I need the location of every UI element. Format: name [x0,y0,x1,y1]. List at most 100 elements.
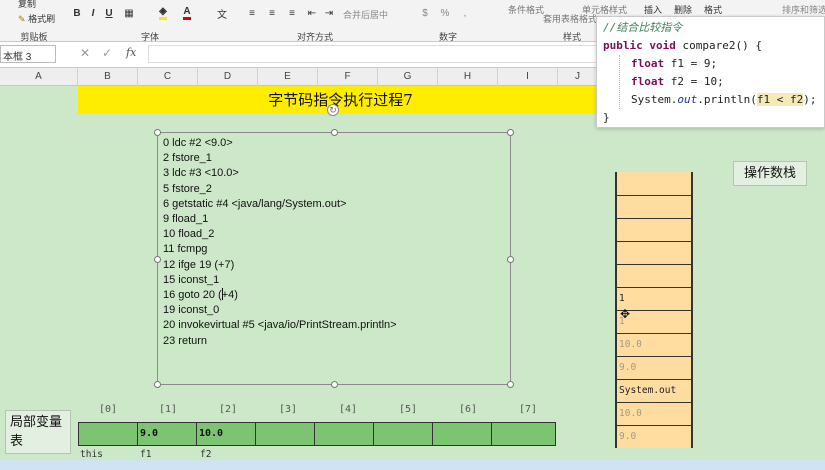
column-header-f[interactable]: F [318,68,378,86]
local-index: [2] [218,404,238,415]
borders-icon[interactable]: ▦ [122,6,136,20]
local-var-name: f2 [200,449,212,460]
bytecode-line: 2 fstore_1 [163,152,212,165]
code-keyword: public void [603,39,676,52]
bytecode-line: 5 fstore_2 [163,182,212,195]
delete-button[interactable]: 删除 [674,3,692,16]
resize-handle-ml[interactable] [154,256,161,263]
code-line-f1: float f1 = 9; [631,55,717,73]
fx-icon[interactable]: fx [126,46,136,59]
column-header-b[interactable]: B [78,68,138,86]
code-text: System. [631,93,678,106]
cancel-icon[interactable]: ✕ [80,46,90,60]
copy-button[interactable]: 复制 [18,0,36,10]
code-closing-brace: } [603,111,610,124]
local-slot [432,422,492,446]
column-header-e[interactable]: E [258,68,318,86]
brush-icon: ✎ [18,14,26,24]
indent-guide [619,55,620,109]
formula-input[interactable] [148,45,598,63]
code-line-println: System.out.println(f1 < f2); [631,91,816,109]
bytecode-line: 10 fload_2 [163,228,215,241]
italic-button[interactable]: I [86,6,100,20]
confirm-icon[interactable]: ✓ [102,46,112,60]
local-index: [6] [458,404,478,415]
column-header-c[interactable]: C [138,68,198,86]
percent-icon[interactable]: % [438,6,452,20]
local-slot [491,422,556,446]
resize-handle-tr[interactable] [507,129,514,136]
merge-center-button[interactable]: 合并后居中 [343,8,388,21]
stack-cell [617,241,691,264]
local-slot [255,422,315,446]
conditional-format-button[interactable]: 条件格式 [508,3,544,16]
column-header-j[interactable]: J [558,68,598,86]
align-center-icon[interactable]: ≡ [265,6,279,20]
stack-cell: 9.0 [617,356,691,379]
name-box[interactable]: 本框 3 [0,45,56,63]
bytecode-line: 3 ldc #3 <10.0> [163,167,239,180]
format-painter-button[interactable]: ✎ 格式刷 [18,12,55,25]
font-color-icon[interactable]: A [180,6,194,20]
underline-button[interactable]: U [102,6,116,20]
rotate-handle-icon[interactable]: ↻ [327,104,339,116]
mouse-pointer-icon: ✥ [620,307,631,321]
comma-icon[interactable]: , [458,6,472,20]
column-header-a[interactable]: A [0,68,78,86]
code-line-f2: float f2 = 10; [631,73,724,91]
sheet-tab-strip [0,460,825,470]
resize-handle-mr[interactable] [507,256,514,263]
local-slot: 9.0 [137,422,197,446]
resize-handle-tl[interactable] [154,129,161,136]
fill-color-icon[interactable]: ◈ [156,6,170,20]
code-keyword: float [631,75,665,88]
column-header-g[interactable]: G [378,68,438,86]
local-var-name: this [80,449,103,460]
resize-handle-bm[interactable] [331,381,338,388]
align-left-icon[interactable]: ≡ [245,6,259,20]
align-right-icon[interactable]: ≡ [285,6,299,20]
code-comment: //结合比较指令 [603,21,683,34]
local-index: [5] [398,404,418,415]
resize-handle-tm[interactable] [331,129,338,136]
code-text: compare2() { [675,39,762,52]
insert-button[interactable]: 插入 [644,3,662,16]
bytecode-line: 16 goto 20 (+4) [163,289,238,302]
local-var-name: f1 [140,449,152,460]
column-header-h[interactable]: H [438,68,498,86]
format-button[interactable]: 格式 [704,3,722,16]
resize-handle-br[interactable] [507,381,514,388]
operand-stack-label: 操作数栈 [733,161,807,186]
local-variable-table-label: 局部变量表 [5,410,71,454]
bold-button[interactable]: B [70,6,84,20]
code-text: .println( [697,93,757,106]
text-cursor [222,288,223,300]
cell-style-button[interactable]: 单元格样式 [582,3,627,16]
stack-cell [617,172,691,195]
indent-icon[interactable]: ⇤ [305,6,319,20]
code-field: out [677,93,698,106]
code-keyword: float [631,57,665,70]
code-text: ); [803,93,817,106]
local-slot: 10.0 [196,422,256,446]
bytecode-list: 0 ldc #2 <9.0> 2 fstore_1 3 ldc #3 <10.0… [163,136,397,349]
bytecode-line: 20 invokevirtual #5 <java/io/PrintStream… [163,319,397,332]
sort-filter-button[interactable]: 排序和筛选 [782,3,825,16]
bytecode-line: 6 getstatic #4 <java/lang/System.out> [163,197,347,210]
wen-icon[interactable]: 文 [215,6,229,21]
code-text: f1 = 9; [664,57,718,70]
local-index: [7] [518,404,538,415]
local-index: [3] [278,404,298,415]
bytecode-line: 12 ifge 19 (+7) [163,258,235,271]
stack-cell [617,218,691,241]
stack-cell: 10.0 [617,333,691,356]
resize-handle-bl[interactable] [154,381,161,388]
column-header-d[interactable]: D [198,68,258,86]
outdent-icon[interactable]: ⇥ [322,6,336,20]
bytecode-line: 11 fcmpg [163,243,208,256]
bytecode-line: 23 return [163,334,208,347]
column-header-i[interactable]: I [498,68,558,86]
currency-icon[interactable]: $ [418,6,432,20]
local-index: [4] [338,404,358,415]
local-slot [78,422,138,446]
